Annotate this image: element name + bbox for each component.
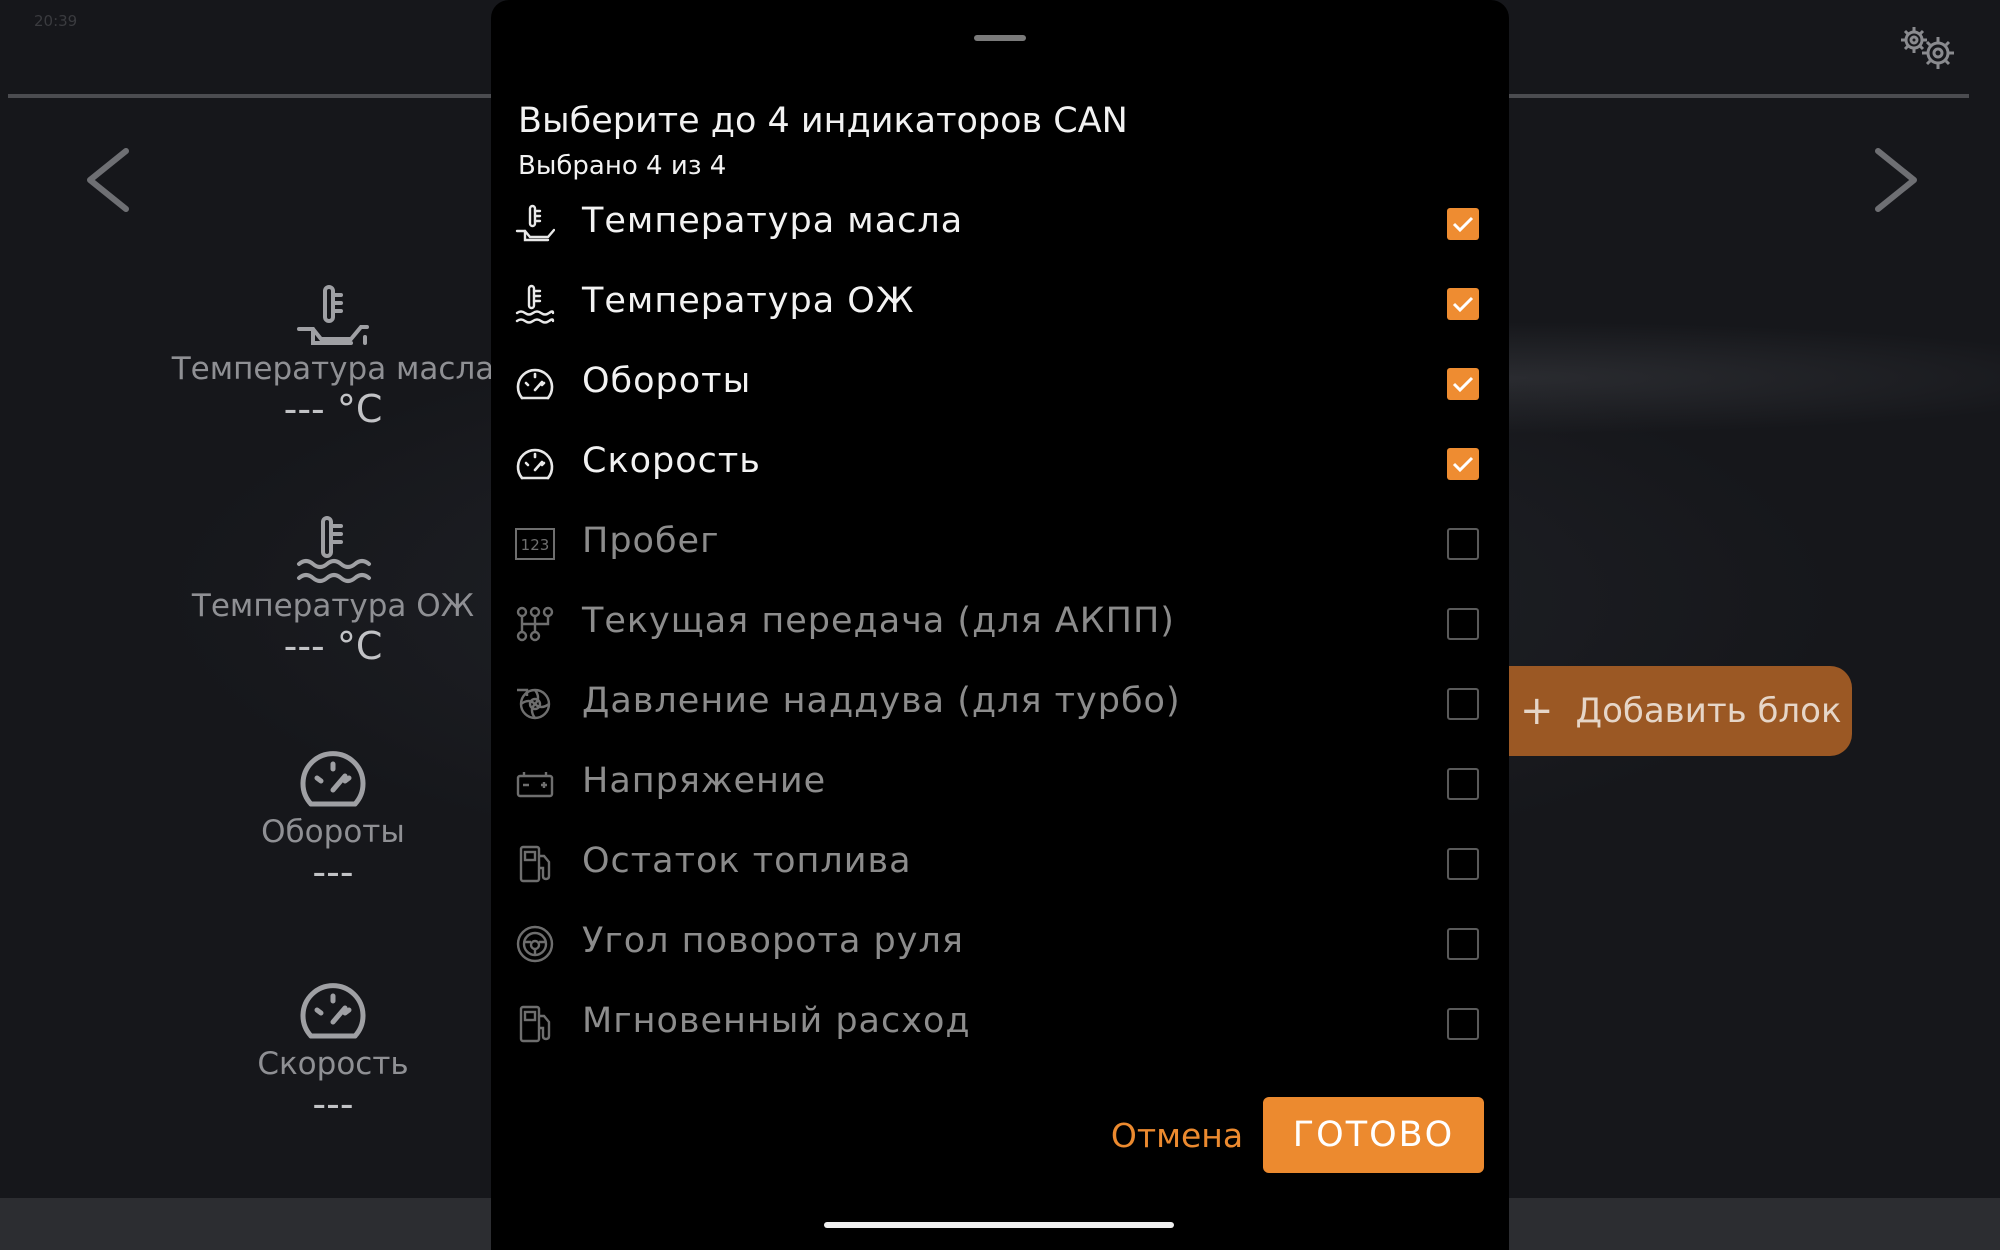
option-label: Пробег: [582, 521, 720, 561]
gauge-value: ---: [312, 1082, 354, 1126]
option-checkbox[interactable]: [1447, 528, 1479, 560]
option-coolant-temperature[interactable]: Температура ОЖ: [491, 264, 1509, 344]
option-label: Скорость: [582, 441, 761, 481]
oil-temperature-icon: [515, 204, 555, 242]
plus-icon: +: [1520, 688, 1554, 734]
option-checkbox[interactable]: [1447, 1008, 1479, 1040]
gauge-label: Скорость: [257, 1046, 409, 1082]
gauge-tachometer[interactable]: Обороты ---: [153, 750, 513, 894]
svg-text:123: 123: [521, 536, 550, 554]
option-checkbox[interactable]: [1447, 608, 1479, 640]
option-checkbox[interactable]: [1447, 848, 1479, 880]
previous-page-icon[interactable]: [80, 145, 140, 215]
add-block-button[interactable]: + Добавить блок: [1490, 666, 1852, 756]
status-bar: 20:39: [34, 12, 77, 30]
top-divider-right: [1509, 94, 1969, 98]
option-label: Температура масла: [582, 201, 964, 241]
option-checkbox[interactable]: [1447, 288, 1479, 320]
option-steering-angle[interactable]: Угол поворота руля: [491, 904, 1509, 984]
sheet-title: Выберите до 4 индикаторов CAN: [518, 101, 1128, 141]
option-voltage[interactable]: Напряжение: [491, 744, 1509, 824]
add-block-label: Добавить блок: [1575, 691, 1842, 731]
gauge-oil-temperature[interactable]: Температура масла --- °C: [153, 283, 513, 431]
option-boost-pressure[interactable]: Давление наддува (для турбо): [491, 664, 1509, 744]
fuel-pump-icon: [519, 845, 551, 883]
option-label: Мгновенный расход: [582, 1001, 971, 1041]
option-fuel-level[interactable]: Остаток топлива: [491, 824, 1509, 904]
next-page-icon[interactable]: [1864, 145, 1924, 215]
coolant-temperature-icon: [515, 284, 555, 324]
option-checkbox[interactable]: [1447, 768, 1479, 800]
steering-wheel-icon: [516, 925, 554, 963]
gauge-label: Температура ОЖ: [191, 588, 475, 624]
speedometer-icon: [516, 448, 554, 480]
odometer-icon: 123: [515, 528, 555, 560]
option-checkbox[interactable]: [1447, 688, 1479, 720]
speedometer-icon: [300, 983, 366, 1039]
option-checkbox[interactable]: [1447, 928, 1479, 960]
gauge-coolant-temperature[interactable]: Температура ОЖ --- °C: [153, 514, 513, 668]
gauge-label: Обороты: [261, 814, 405, 850]
cancel-button[interactable]: Отмена: [1092, 1097, 1262, 1173]
option-current-gear[interactable]: Текущая передача (для АКПП): [491, 584, 1509, 664]
option-instant-consumption[interactable]: Мгновенный расход: [491, 984, 1509, 1064]
option-label: Давление наддува (для турбо): [582, 681, 1181, 721]
option-label: Температура ОЖ: [582, 281, 915, 321]
battery-icon: [516, 772, 554, 798]
fuel-consumption-icon: [519, 1005, 551, 1043]
sheet-grabber[interactable]: [974, 35, 1026, 41]
home-indicator[interactable]: [824, 1222, 1174, 1228]
option-label: Угол поворота руля: [582, 921, 964, 961]
done-button[interactable]: ГОТОВО: [1263, 1097, 1484, 1173]
option-label: Обороты: [582, 361, 752, 401]
option-label: Остаток топлива: [582, 841, 912, 881]
settings-gear-icon[interactable]: [1892, 22, 1962, 72]
option-oil-temperature[interactable]: Температура масла: [491, 184, 1509, 264]
gauge-value: --- °C: [283, 624, 383, 668]
status-time: 20:39: [34, 12, 78, 30]
option-checkbox[interactable]: [1447, 208, 1479, 240]
option-label: Напряжение: [582, 761, 827, 801]
tachometer-icon: [516, 368, 554, 400]
option-tachometer[interactable]: Обороты: [491, 344, 1509, 424]
gearbox-icon: [516, 606, 554, 642]
turbo-icon: [517, 688, 551, 720]
option-odometer[interactable]: 123 Пробег: [491, 504, 1509, 584]
option-checkbox[interactable]: [1447, 448, 1479, 480]
gauge-speedometer[interactable]: Скорость ---: [153, 982, 513, 1126]
gauge-value: ---: [312, 850, 354, 894]
selection-count: Выбрано 4 из 4: [518, 151, 727, 181]
top-divider-left: [8, 94, 491, 98]
gauge-label: Температура масла: [171, 351, 495, 387]
tachometer-icon: [300, 751, 366, 807]
option-speedometer[interactable]: Скорость: [491, 424, 1509, 504]
coolant-temperature-icon: [297, 516, 371, 583]
indicator-selection-sheet: Выберите до 4 индикаторов CAN Выбрано 4 …: [491, 0, 1509, 1250]
option-label: Текущая передача (для АКПП): [582, 601, 1175, 641]
oil-temperature-icon: [297, 285, 369, 345]
gauge-value: --- °C: [283, 387, 383, 431]
option-checkbox[interactable]: [1447, 368, 1479, 400]
